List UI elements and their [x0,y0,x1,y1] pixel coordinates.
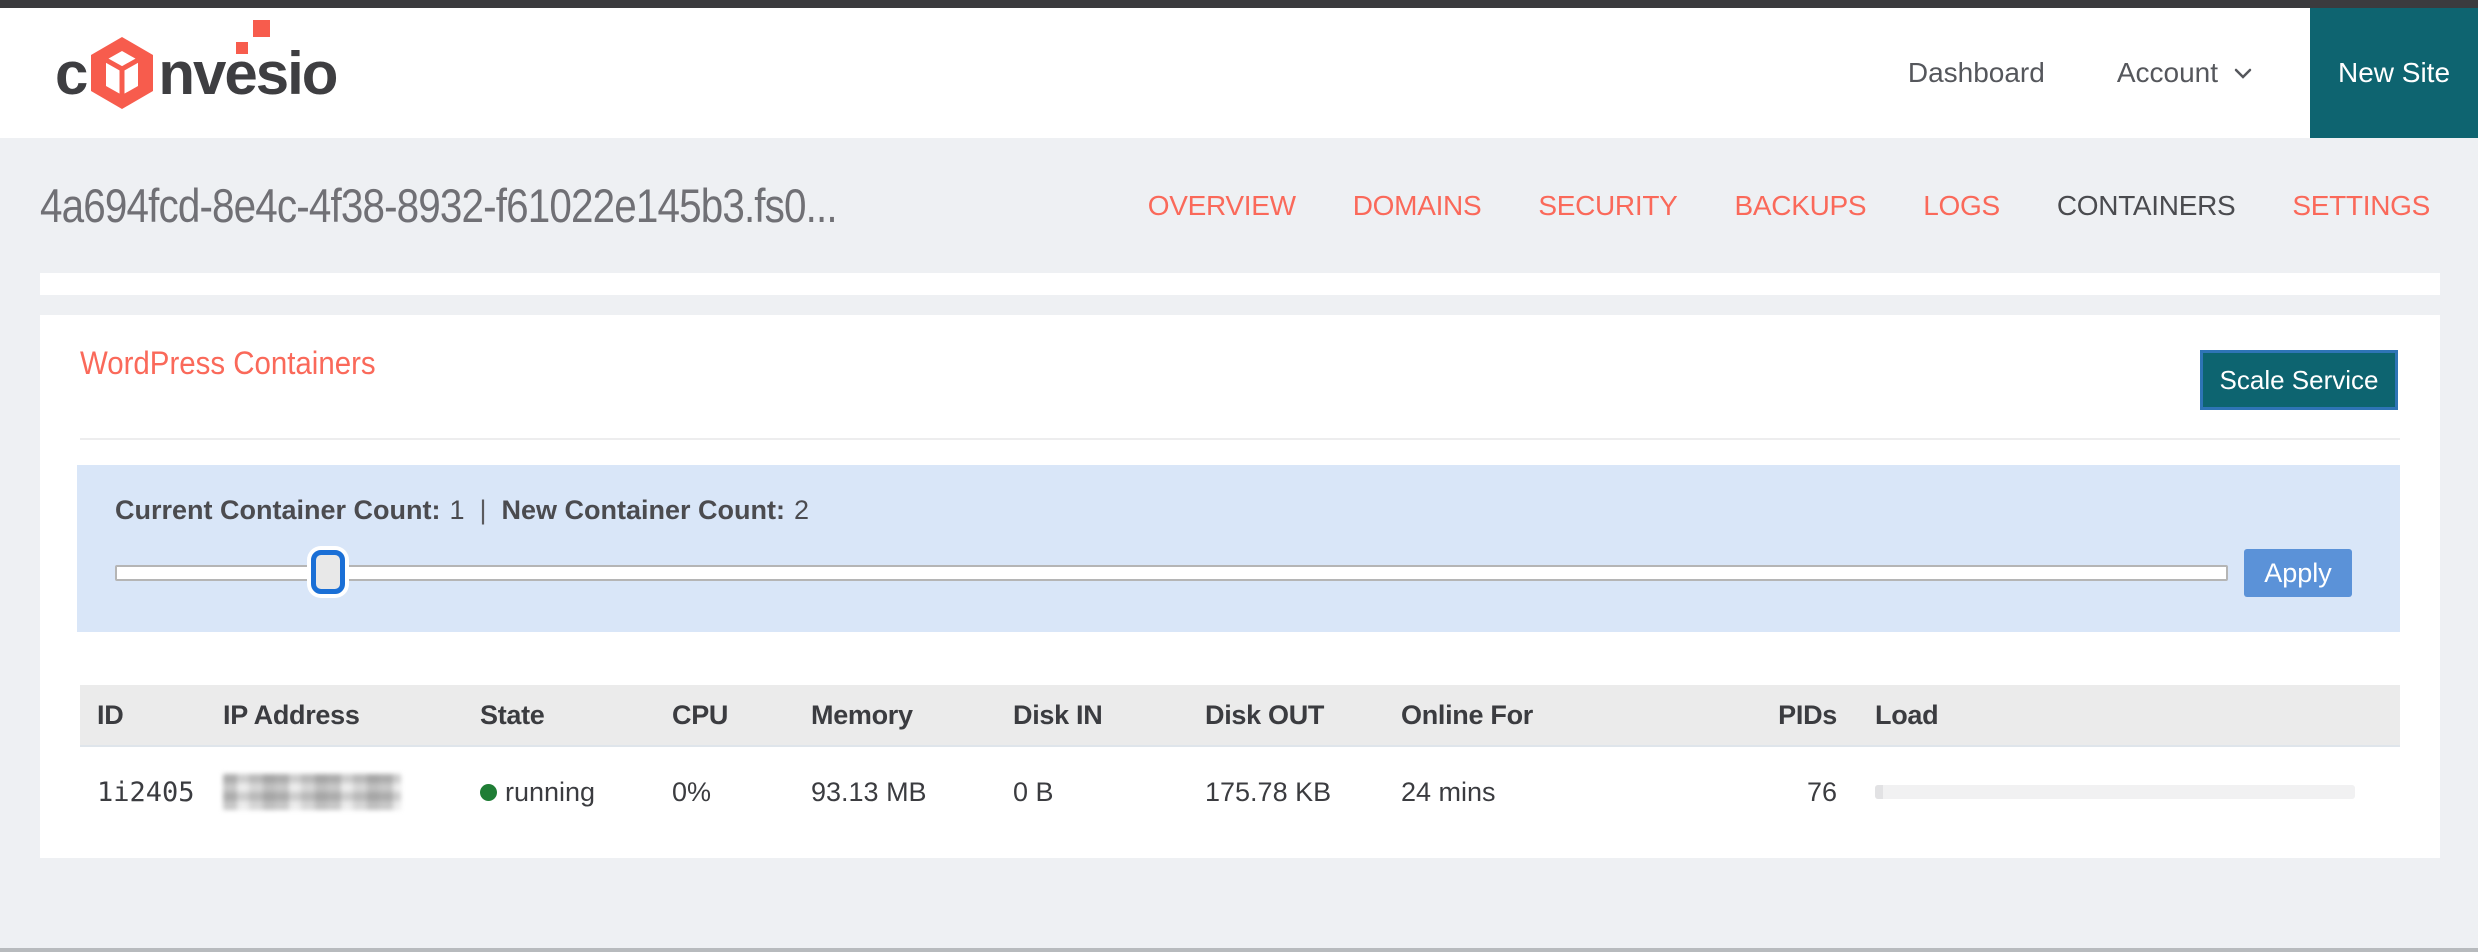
tab-containers[interactable]: CONTAINERS [2057,190,2236,222]
nav-dashboard-label: Dashboard [1907,57,2045,88]
load-bar [1875,785,2355,799]
container-pids: 76 [1806,776,1837,807]
new-site-label: New Site [2337,57,2451,88]
nav-account-label: Account [2116,57,2218,88]
tab-settings[interactable]: SETTINGS [2292,190,2430,222]
col-disk-in: Disk IN [1013,699,1103,730]
container-scaler-box: Current Container Count: 1 | New Contain… [77,465,2400,632]
new-count-value: 2 [794,495,810,525]
scale-service-button[interactable]: Scale Service [2200,350,2398,410]
panel-title: WordPress Containers [80,345,376,381]
site-title-row: 4a694fcd-8e4c-4f38-8932-f61022e145b3.fs0… [0,138,2478,273]
col-pids: PIDs [1778,699,1837,730]
containers-table: ID IP Address State CPU Memory Disk IN D… [80,685,2400,837]
container-disk-out: 175.78 KB [1205,776,1332,807]
logo-dot-icon [236,42,249,54]
nav-account-menu[interactable]: Account [2117,57,2254,89]
col-online-for: Online For [1401,699,1534,730]
container-online-for: 24 mins [1401,776,1496,807]
current-count-value: 1 [449,495,465,525]
container-load [1837,785,2400,799]
container-id: 1i2405 [97,776,195,808]
logo-text-pre: c [55,39,88,107]
new-site-button[interactable]: New Site [2310,8,2478,138]
state-label: running [505,776,596,807]
tab-domains[interactable]: DOMAINS [1353,190,1482,222]
table-header-row: ID IP Address State CPU Memory Disk IN D… [80,685,2400,747]
nav-dashboard-link[interactable]: Dashboard [1908,57,2045,89]
col-ip-address: IP Address [223,699,360,730]
container-cpu: 0% [672,776,712,807]
col-id: ID [97,699,124,730]
load-bar-fill [1875,785,1883,799]
container-memory: 93.13 MB [811,776,927,807]
logo-dot-icon [253,20,271,37]
container-count-slider[interactable] [115,550,2228,594]
tab-logs[interactable]: LOGS [1923,190,2000,222]
col-load: Load [1875,699,1939,730]
new-count-label: New Container Count: [501,495,786,525]
col-cpu: CPU [672,699,729,730]
wordpress-containers-panel: WordPress Containers Scale Service Curre… [40,315,2440,858]
tab-overview[interactable]: OVERVIEW [1148,190,1296,222]
apply-button[interactable]: Apply [2244,549,2352,597]
slider-thumb[interactable] [310,550,345,594]
divider [80,438,2400,440]
tab-security[interactable]: SECURITY [1538,190,1677,222]
window-top-bar [0,0,2478,8]
site-title: 4a694fcd-8e4c-4f38-8932-f61022e145b3.fs0… [40,179,838,232]
container-count-line: Current Container Count: 1 | New Contain… [115,495,2352,526]
collapsed-section-strip [40,273,2440,295]
logo-cube-icon [91,37,154,109]
col-disk-out: Disk OUT [1205,699,1325,730]
chevron-down-icon [2234,68,2252,79]
col-state: State [480,699,545,730]
apply-label: Apply [2264,557,2332,588]
header-nav: Dashboard Account [1908,57,2254,89]
current-count-label: Current Container Count: [115,495,441,525]
convesio-logo[interactable]: c nvesio [55,20,338,110]
scale-service-label: Scale Service [2219,364,2379,395]
scaler-slider-row: Apply [115,549,2352,597]
container-disk-in: 0 B [1013,776,1054,807]
container-row: 1i2405 running 0% 93.13 MB 0 B 175.78 KB… [80,747,2400,837]
count-separator: | [479,495,487,525]
container-state: running [480,777,672,808]
container-ip [223,774,480,810]
col-memory: Memory [811,699,913,730]
window-bottom-edge [0,948,2478,952]
running-status-icon [480,783,497,801]
app-header: c nvesio Dashboard Account New Site [0,8,2478,138]
site-tabs: OVERVIEW DOMAINS SECURITY BACKUPS LOGS C… [1148,190,2431,222]
redacted-ip-blur [223,774,401,810]
tab-backups[interactable]: BACKUPS [1735,190,1867,222]
